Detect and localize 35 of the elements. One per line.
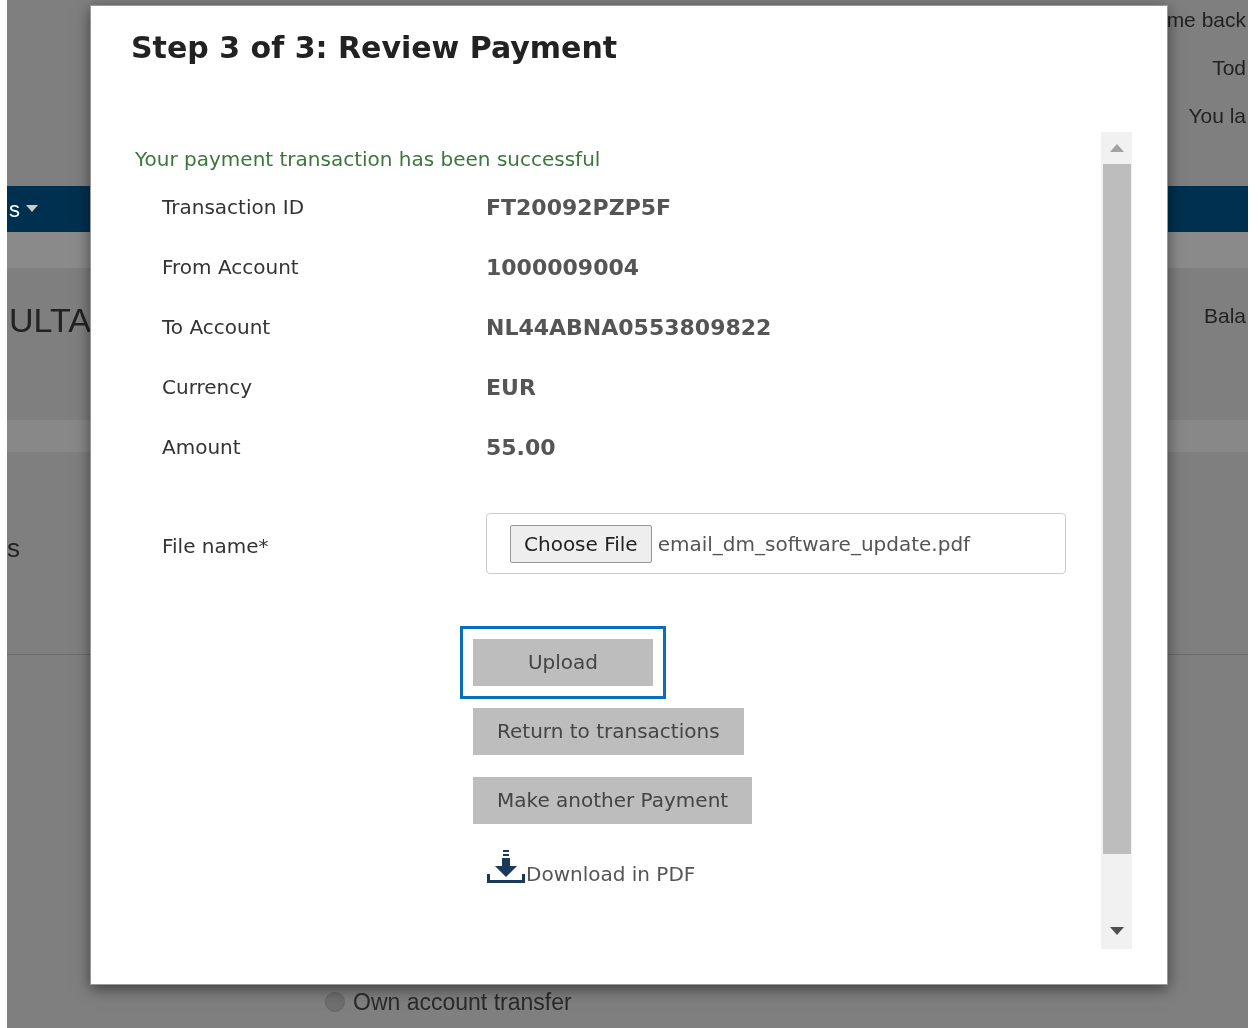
detail-value: FT20092PZP5F [486, 193, 672, 222]
caret-icon [26, 205, 38, 213]
section-label: s [7, 531, 20, 565]
detail-value: 55.00 [486, 433, 556, 462]
file-name: email_dm_software_update.pdf [657, 530, 971, 558]
detail-label: Currency [162, 374, 254, 401]
action-button[interactable]: Return to transactions [473, 708, 744, 755]
detail-label: Transaction ID [162, 194, 306, 221]
scroll-down-icon[interactable] [1109, 927, 1124, 935]
header-text: Tod [1212, 55, 1246, 81]
action-button[interactable]: Make another Payment [473, 777, 753, 824]
success-message: Your payment transaction has been successful [135, 146, 602, 173]
nav-link[interactable]: s [9, 192, 20, 226]
radio-button[interactable] [325, 992, 345, 1013]
detail-value: NL44ABNA0553809822 [486, 313, 772, 342]
download-link[interactable]: Download in PDF [526, 859, 696, 889]
balance-label: Bala [1203, 303, 1246, 329]
radio-label: Own account transfer [353, 988, 572, 1017]
file-input[interactable]: Choose File email_dm_software_update.pdf [486, 513, 1066, 574]
action-button[interactable]: Upload [460, 626, 666, 699]
scrollbar[interactable] [1101, 132, 1132, 949]
detail-label: From Account [162, 254, 300, 281]
detail-value: EUR [486, 373, 536, 402]
download-icon [486, 850, 526, 886]
detail-label: Amount [162, 434, 242, 461]
choose-file-button[interactable]: Choose File [510, 524, 652, 563]
detail-label: To Account [162, 314, 272, 341]
page-heading: ULTA [9, 300, 91, 341]
detail-value: 1000009004 [486, 253, 640, 282]
field-label: File name* [162, 533, 270, 560]
modal-title: Step 3 of 3: Review Payment [131, 29, 619, 67]
scrollbar-thumb[interactable] [1102, 164, 1131, 854]
header-text: You la [1188, 103, 1246, 129]
header-text: me back [1166, 7, 1246, 33]
scroll-up-icon[interactable] [1109, 144, 1124, 152]
